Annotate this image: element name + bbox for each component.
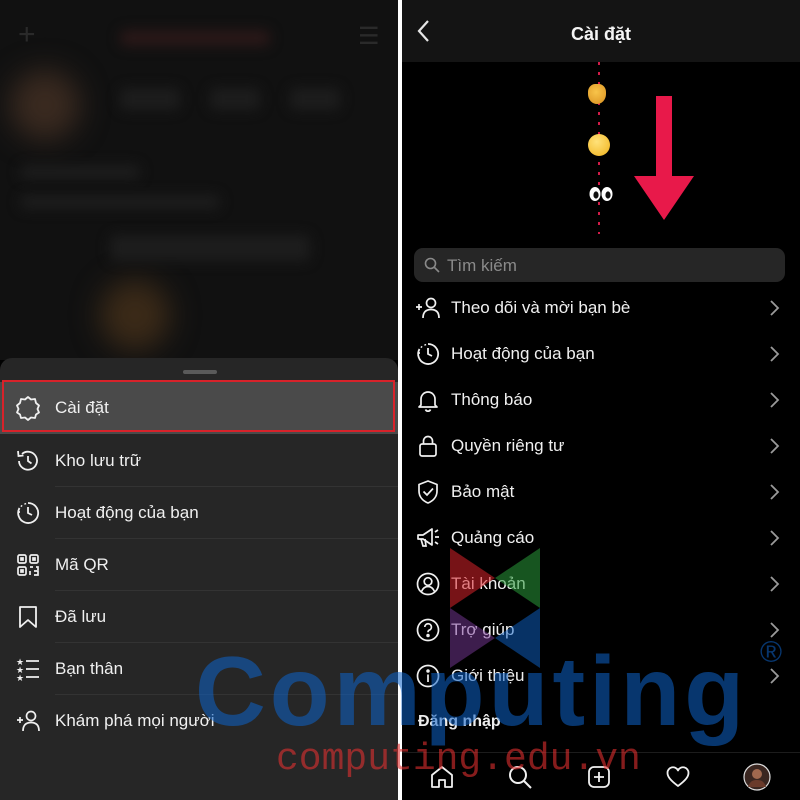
home-icon[interactable] xyxy=(428,763,456,791)
svg-text:★: ★ xyxy=(16,674,24,682)
bookmark-icon xyxy=(14,603,42,631)
section-header-login: Đăng nhập xyxy=(418,713,501,730)
activity-clock-icon xyxy=(414,340,442,368)
thinking-face-emoji-icon xyxy=(588,134,610,156)
settings-item-help[interactable]: Trợ giúp xyxy=(402,607,800,653)
chevron-right-icon xyxy=(770,530,780,546)
menu-item-qr-code[interactable]: Mã QR xyxy=(0,539,398,591)
settings-item-about[interactable]: Giới thiệu xyxy=(402,653,800,699)
search-placeholder: Tìm kiếm xyxy=(447,256,517,275)
lock-icon xyxy=(414,432,442,460)
menu-item-label: Đã lưu xyxy=(55,607,107,626)
info-icon xyxy=(414,662,442,690)
settings-item-ads[interactable]: Quảng cáo xyxy=(402,515,800,561)
menu-item-label: Bạn thân xyxy=(55,659,124,678)
settings-item-label: Theo dõi và mời bạn bè xyxy=(451,298,631,317)
annotation-arrow-down-icon xyxy=(634,96,694,220)
activity-clock-icon xyxy=(14,499,42,527)
chevron-right-icon xyxy=(770,346,780,362)
settings-item-your-activity[interactable]: Hoạt động của bạn xyxy=(402,331,800,377)
settings-item-label: Thông báo xyxy=(451,390,533,409)
search-icon[interactable] xyxy=(506,763,534,791)
megaphone-icon xyxy=(414,524,442,552)
left-screen: + ☰ Cài đặt Kho lưu trữ Hoạt động của bạ… xyxy=(0,0,398,800)
settings-item-label: Trợ giúp xyxy=(451,620,515,639)
new-post-plus-icon: + xyxy=(18,18,36,51)
settings-item-label: Hoạt động của bạn xyxy=(451,344,595,363)
help-circle-icon xyxy=(414,616,442,644)
chevron-right-icon xyxy=(770,300,780,316)
menu-item-label: Hoạt động của bạn xyxy=(55,503,199,522)
menu-item-archive[interactable]: Kho lưu trữ xyxy=(0,435,398,487)
page-title: Cài đặt xyxy=(570,24,631,44)
search-input[interactable]: Tìm kiếm xyxy=(414,248,785,282)
new-post-icon[interactable] xyxy=(585,763,613,791)
menu-item-discover-people[interactable]: Khám phá mọi người xyxy=(0,695,398,747)
menu-item-label: Kho lưu trữ xyxy=(55,451,142,470)
settings-item-account[interactable]: Tài khoản xyxy=(402,561,800,607)
chevron-right-icon xyxy=(770,484,780,500)
settings-item-security[interactable]: Bảo mật xyxy=(402,469,800,515)
selection-highlight-box xyxy=(2,380,395,432)
settings-item-label: Tài khoản xyxy=(451,574,526,593)
account-circle-icon xyxy=(414,570,442,598)
bell-icon xyxy=(414,386,442,414)
menu-item-your-activity[interactable]: Hoạt động của bạn xyxy=(0,487,398,539)
menu-item-label: Mã QR xyxy=(55,555,109,574)
menu-item-label: Khám phá mọi người xyxy=(55,711,215,730)
heart-icon[interactable] xyxy=(664,763,692,791)
hamburger-menu-icon: ☰ xyxy=(358,23,380,50)
settings-item-notifications[interactable]: Thông báo xyxy=(402,377,800,423)
eyes-emoji-icon xyxy=(588,186,614,201)
settings-item-label: Bảo mật xyxy=(451,482,515,501)
pointing-hand-emoji-icon xyxy=(588,84,606,104)
right-screen: Cài đặt Tìm kiếm Theo dõi và mời bạn bè … xyxy=(402,0,800,800)
settings-item-label: Quảng cáo xyxy=(451,528,535,547)
close-friends-list-icon: ★ ★ ★ xyxy=(14,655,42,683)
menu-item-close-friends[interactable]: ★ ★ ★ Bạn thân xyxy=(0,643,398,695)
profile-avatar[interactable] xyxy=(743,763,771,791)
archive-history-icon xyxy=(14,447,42,475)
shield-check-icon xyxy=(414,478,442,506)
settings-item-privacy[interactable]: Quyền riêng tư xyxy=(402,423,800,469)
search-icon xyxy=(424,257,440,273)
settings-item-label: Giới thiệu xyxy=(451,666,525,685)
qr-code-icon xyxy=(14,551,42,579)
settings-item-label: Quyền riêng tư xyxy=(451,436,565,455)
add-person-icon xyxy=(14,707,42,735)
chevron-right-icon xyxy=(770,438,780,454)
chevron-right-icon xyxy=(770,668,780,684)
settings-item-follow-invite[interactable]: Theo dõi và mời bạn bè xyxy=(402,285,800,331)
settings-header: Cài đặt xyxy=(402,0,800,62)
chevron-right-icon xyxy=(770,576,780,592)
sheet-grab-handle[interactable] xyxy=(183,370,217,374)
chevron-right-icon xyxy=(770,392,780,408)
chevron-right-icon xyxy=(770,622,780,638)
bottom-tab-bar xyxy=(402,752,800,800)
menu-item-saved[interactable]: Đã lưu xyxy=(0,591,398,643)
blurred-profile-background: + ☰ xyxy=(0,0,398,360)
add-person-icon xyxy=(414,294,442,322)
